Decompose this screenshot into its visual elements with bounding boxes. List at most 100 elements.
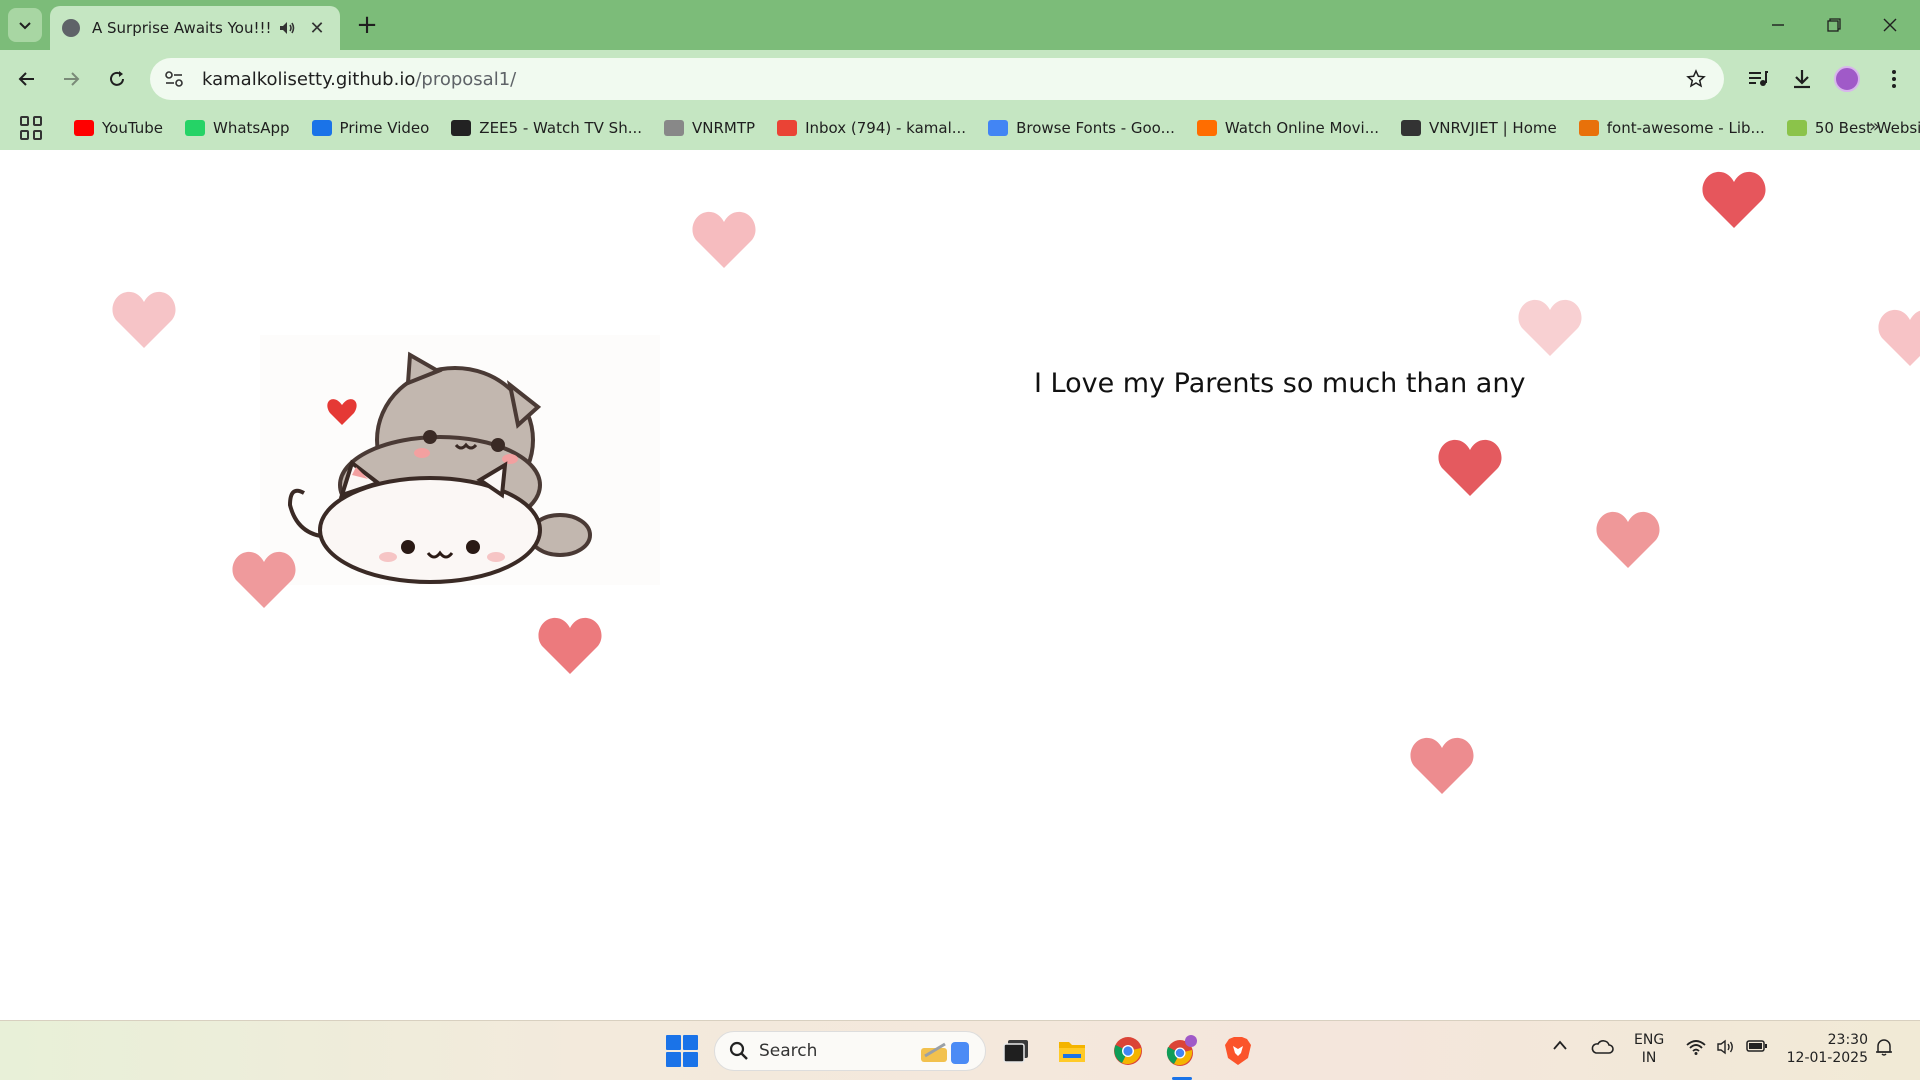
bookmark-star-icon[interactable] bbox=[1684, 67, 1708, 91]
bookmark-label: Browse Fonts - Goo... bbox=[1016, 119, 1175, 137]
small-heart-icon bbox=[327, 399, 357, 425]
zee5-icon bbox=[451, 120, 472, 136]
bookmark-item[interactable]: font-awesome - Lib... bbox=[1578, 119, 1765, 137]
floating-heart-icon bbox=[1410, 737, 1474, 794]
aha-icon bbox=[1196, 120, 1217, 136]
language-indicator[interactable]: ENG IN bbox=[1634, 1031, 1664, 1067]
restore-button[interactable] bbox=[1806, 0, 1862, 50]
taskbar-search-box[interactable]: Search bbox=[714, 1031, 986, 1071]
language-code: ENG bbox=[1634, 1032, 1665, 1048]
chrome-icon[interactable] bbox=[1110, 1033, 1146, 1069]
globe-icon bbox=[1401, 120, 1421, 136]
bookmark-label: 50 Best Website Col... bbox=[1814, 119, 1920, 137]
tab-search-button[interactable] bbox=[8, 8, 42, 42]
close-icon bbox=[1883, 18, 1897, 32]
bookmark-item[interactable]: YouTube bbox=[74, 119, 163, 137]
bookmark-item[interactable]: Inbox (794) - kamal... bbox=[777, 119, 966, 137]
url-path: /proposal1/ bbox=[415, 68, 517, 90]
bookmark-label: YouTube bbox=[102, 119, 163, 137]
language-region: IN bbox=[1641, 1050, 1657, 1066]
windows-start-icon[interactable] bbox=[666, 1035, 698, 1067]
search-label: Search bbox=[759, 1041, 818, 1061]
bookmark-label: ZEE5 - Watch TV Sh... bbox=[479, 119, 643, 137]
floating-heart-icon bbox=[1702, 171, 1766, 228]
bookmark-item[interactable]: Prime Video bbox=[311, 119, 430, 137]
chrome-profile-icon[interactable] bbox=[1164, 1033, 1200, 1069]
globe-favicon-icon bbox=[62, 19, 80, 37]
bookmark-item[interactable]: Watch Online Movi... bbox=[1196, 119, 1379, 137]
task-view-icon[interactable] bbox=[998, 1033, 1034, 1069]
bookmark-label: font-awesome - Lib... bbox=[1606, 119, 1765, 137]
page-content: I Love my Parents so much than any bbox=[0, 150, 1920, 1020]
floating-heart-icon bbox=[232, 551, 296, 608]
apps-grid-icon[interactable] bbox=[20, 116, 42, 140]
active-tab[interactable]: A Surprise Awaits You!!!😁 ✕ bbox=[50, 6, 340, 50]
notification-bell-icon[interactable] bbox=[1874, 1037, 1894, 1061]
address-bar[interactable]: kamalkolisetty.github.io/proposal1/ bbox=[150, 58, 1724, 100]
love-message: I Love my Parents so much than any bbox=[1034, 368, 1526, 399]
taskbar-clock[interactable]: 23:30 12-01-2025 bbox=[1786, 1031, 1868, 1067]
arrow-right-icon bbox=[64, 72, 80, 86]
youtube-icon bbox=[74, 120, 94, 136]
menu-kebab-icon[interactable] bbox=[1880, 65, 1908, 93]
floating-heart-icon bbox=[1878, 309, 1920, 366]
doc-icon bbox=[1786, 120, 1807, 136]
whatsapp-icon bbox=[185, 120, 205, 136]
bookmark-label: Prime Video bbox=[339, 119, 430, 137]
bookmark-item[interactable]: VNRMTP bbox=[664, 119, 755, 137]
bookmarks-bar: YouTube WhatsApp Prime Video ZEE5 - Watch T… bbox=[0, 106, 1920, 150]
floating-heart-icon bbox=[112, 291, 176, 348]
bookmark-item[interactable]: 50 Best Website Col... bbox=[1786, 119, 1920, 137]
brave-icon[interactable] bbox=[1220, 1033, 1256, 1069]
forward-button[interactable] bbox=[54, 62, 88, 96]
site-info-icon[interactable] bbox=[154, 59, 194, 99]
profile-avatar[interactable] bbox=[1834, 66, 1860, 92]
reload-button[interactable] bbox=[100, 62, 134, 96]
chevron-down-icon bbox=[19, 22, 31, 30]
search-icon bbox=[729, 1041, 748, 1060]
close-window-button[interactable] bbox=[1862, 0, 1918, 50]
wifi-icon[interactable] bbox=[1686, 1039, 1706, 1059]
close-tab-icon[interactable]: ✕ bbox=[306, 17, 328, 39]
windows-taskbar: Search ENG IN 23:30 12-01-2025 bbox=[0, 1020, 1920, 1080]
bookmark-label: Watch Online Movi... bbox=[1224, 119, 1379, 137]
google-fonts-icon bbox=[988, 120, 1009, 136]
file-explorer-icon[interactable] bbox=[1054, 1033, 1090, 1069]
floating-heart-icon bbox=[538, 617, 602, 674]
reload-icon bbox=[110, 71, 124, 86]
clock-date: 12-01-2025 bbox=[1786, 1050, 1868, 1066]
minimize-icon bbox=[1772, 24, 1784, 26]
prime-video-icon bbox=[311, 120, 332, 136]
bookmark-list: YouTube WhatsApp Prime Video ZEE5 - Watch T… bbox=[74, 119, 1920, 137]
onedrive-cloud-icon[interactable] bbox=[1590, 1039, 1614, 1059]
cats-hug-image bbox=[260, 335, 660, 585]
new-tab-button[interactable]: + bbox=[352, 10, 382, 40]
gmail-icon bbox=[777, 120, 798, 136]
vnrmtp-icon bbox=[664, 120, 685, 136]
bookmark-item[interactable]: WhatsApp bbox=[185, 119, 290, 137]
bookmark-label: WhatsApp bbox=[213, 119, 290, 137]
clock-time: 23:30 bbox=[1827, 1032, 1868, 1048]
bookmark-label: VNRMTP bbox=[692, 119, 756, 137]
bookmark-item[interactable]: Browse Fonts - Goo... bbox=[988, 119, 1175, 137]
floating-heart-icon bbox=[1518, 299, 1582, 356]
bookmark-label: VNRVJIET | Home bbox=[1429, 119, 1557, 137]
download-icon[interactable] bbox=[1788, 65, 1816, 93]
speaker-icon[interactable] bbox=[276, 17, 298, 39]
back-button[interactable] bbox=[10, 62, 44, 96]
bookmark-item[interactable]: ZEE5 - Watch TV Sh... bbox=[451, 119, 642, 137]
bookmark-label: Inbox (794) - kamal... bbox=[805, 119, 967, 137]
code-icon bbox=[1578, 120, 1599, 136]
bookmark-item[interactable]: VNRVJIET | Home bbox=[1401, 119, 1557, 137]
more-bookmarks-icon[interactable]: » bbox=[1869, 116, 1880, 137]
show-hidden-icons-chevron-up-icon[interactable] bbox=[1552, 1039, 1568, 1055]
media-control-icon[interactable] bbox=[1744, 65, 1772, 93]
minimize-button[interactable] bbox=[1750, 0, 1806, 50]
browser-toolbar: kamalkolisetty.github.io/proposal1/ bbox=[0, 50, 1920, 106]
volume-icon[interactable] bbox=[1716, 1039, 1736, 1059]
arrow-left-icon bbox=[18, 72, 34, 86]
floating-heart-icon bbox=[1438, 439, 1502, 496]
search-highlight-icon bbox=[921, 1042, 969, 1064]
floating-heart-icon bbox=[692, 211, 756, 268]
battery-icon[interactable] bbox=[1746, 1039, 1768, 1057]
